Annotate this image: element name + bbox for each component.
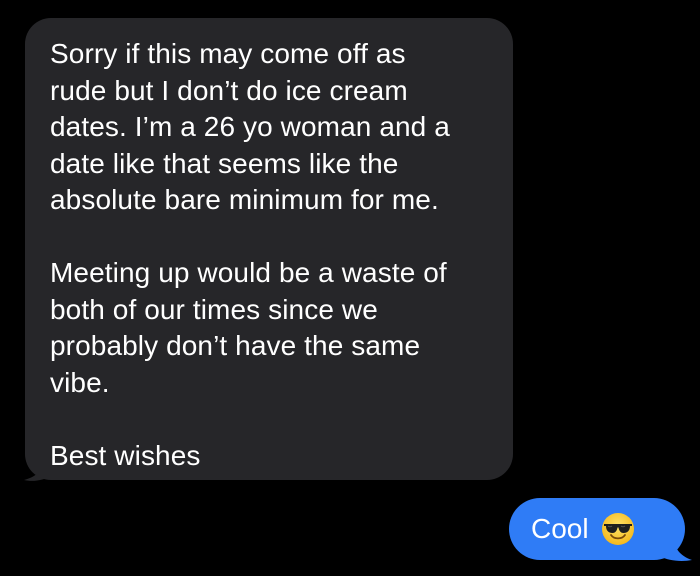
sent-message-text: Cool	[531, 513, 589, 544]
sent-message-bubble[interactable]: Cool	[509, 498, 685, 560]
received-message-paragraph: Best wishes	[50, 439, 201, 471]
received-message-bubble[interactable]: Sorry if this may come off as rude but I…	[25, 18, 513, 480]
received-message-paragraph: Sorry if this may come off as rude but I…	[50, 38, 450, 215]
message-thread: Sorry if this may come off as rude but I…	[0, 0, 700, 576]
smiling-face-with-sunglasses-icon	[601, 513, 634, 545]
received-message-paragraph: Meeting up would be a waste of both of o…	[50, 257, 447, 398]
